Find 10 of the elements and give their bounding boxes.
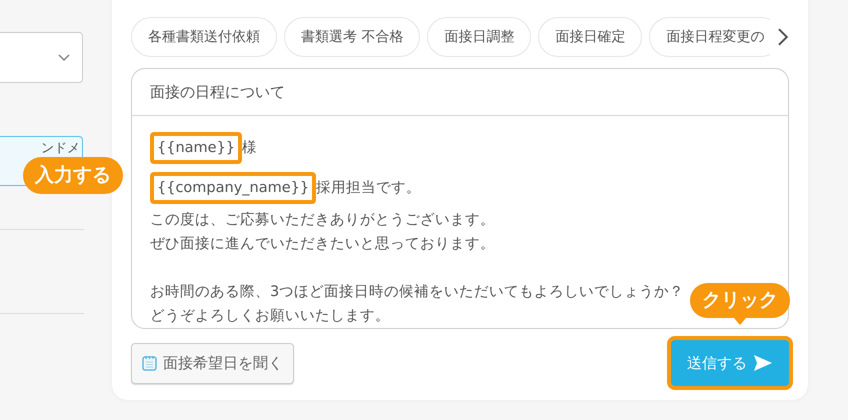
body-text: どうぞよろしくお願いいたします。 <box>150 307 390 326</box>
body-text: この度は、ご応募いただきありがとうございます。 <box>150 210 495 230</box>
placeholder-tag: {{name}} <box>150 132 242 164</box>
body-text: 採用担当です。 <box>316 179 422 198</box>
click-tooltip: クリック <box>690 283 790 324</box>
body-text: お時間のある際、3つほど面接日時の候補をいただいてもよろしいでしょうか？ <box>150 283 684 302</box>
hint-tooltip: 入力する <box>23 157 123 194</box>
body-text: ぜひ面接に進んでいただきたいと思っております。 <box>150 235 495 254</box>
body-text: 様 <box>242 139 258 158</box>
placeholder-tag: {{company_name}} <box>150 172 316 204</box>
